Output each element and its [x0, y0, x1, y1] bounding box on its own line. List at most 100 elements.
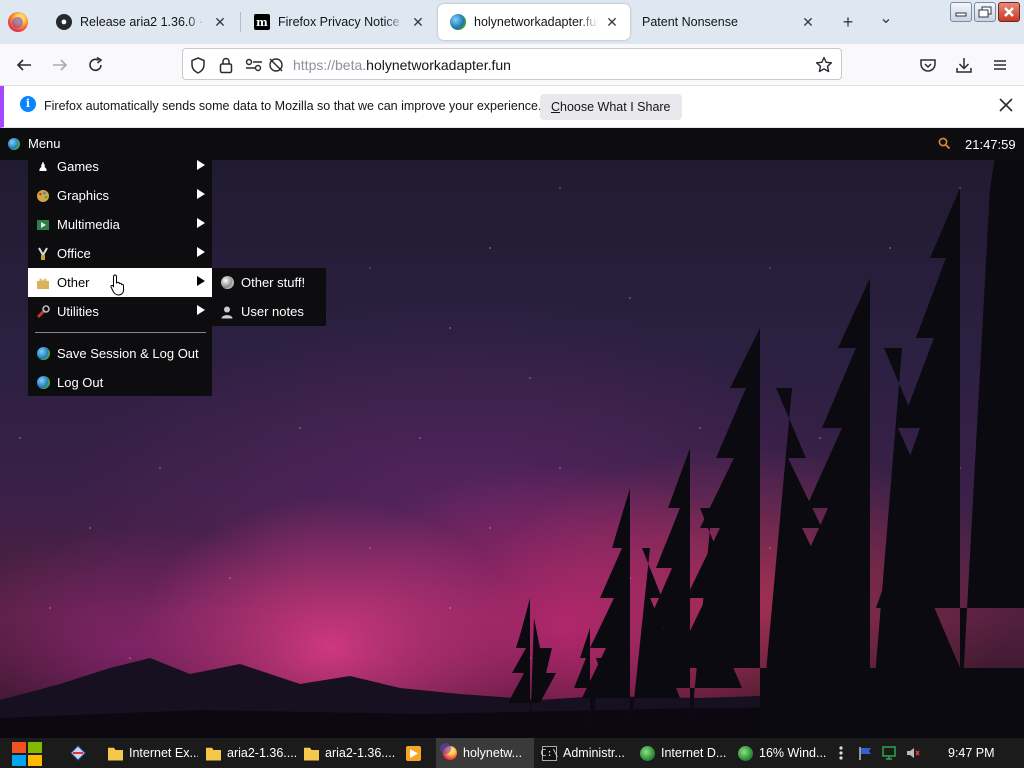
games-icon: ♟ [37, 159, 49, 174]
windows-start-icon[interactable] [10, 741, 44, 767]
taskbar-item-label: aria2-1.36.... [325, 746, 396, 760]
new-tab-button[interactable]: + [838, 12, 858, 32]
taskbar-clock[interactable]: 9:47 PM [948, 746, 995, 760]
taskbar-item-label: Internet Ex... [129, 746, 198, 760]
forward-button[interactable] [48, 54, 72, 76]
taskbar-item-label: Internet D... [661, 746, 727, 760]
submenu-arrow-icon [197, 276, 205, 286]
tab-title: Release aria2 1.36.0 · aria2/aria2 [80, 15, 206, 29]
globe-glyph [36, 347, 50, 360]
palette-glyph [37, 189, 49, 202]
reload-button[interactable] [84, 54, 108, 76]
menu-item-log-out[interactable]: Log Out [28, 368, 212, 397]
info-icon: i [20, 96, 36, 112]
media-player-icon [406, 745, 421, 761]
permissions-icon[interactable] [245, 56, 263, 74]
restore-icon [978, 6, 992, 18]
taskbar-item-label: Administr... [563, 746, 625, 760]
close-icon [1004, 7, 1014, 17]
pocket-button[interactable] [916, 54, 940, 76]
lock-icon-glyph [219, 57, 233, 73]
star-icon [815, 56, 833, 73]
menu-item-label: User notes [241, 304, 304, 319]
menu-item-label: Save Session & Log Out [57, 346, 199, 361]
app-menu-button[interactable] [988, 54, 1012, 76]
other-icon [35, 275, 51, 291]
shield-icon-glyph [191, 56, 205, 74]
tab-separator [240, 12, 241, 32]
tab-close-icon[interactable]: ✕ [410, 14, 426, 30]
minimize-window-button[interactable] [950, 2, 972, 22]
bookmark-star-icon[interactable] [815, 56, 833, 74]
menu-item-graphics[interactable]: Graphics [28, 181, 212, 210]
menu-item-save-session-log-out[interactable]: Save Session & Log Out [28, 339, 212, 368]
tab-close-icon[interactable]: ✕ [800, 14, 816, 30]
office-icon [35, 246, 51, 262]
taskbar-item-internet-download-manager[interactable]: Internet D... [634, 738, 730, 768]
search-icon[interactable] [938, 137, 950, 149]
taskbar-media-player[interactable] [400, 738, 430, 768]
lock-icon[interactable] [217, 56, 235, 74]
menu-item-user-notes[interactable]: User notes [212, 297, 326, 326]
notification-close-button[interactable] [994, 94, 1018, 118]
close-icon [999, 98, 1013, 112]
tab-patent-nonsense[interactable]: Patent Nonsense ✕ [632, 4, 826, 40]
back-button[interactable] [12, 54, 36, 76]
url-text[interactable]: https://beta.holynetworkadapter.fun [293, 57, 511, 73]
restore-window-button[interactable] [974, 2, 996, 22]
pocket-icon [920, 59, 936, 72]
speaker-muted-icon[interactable] [906, 746, 920, 760]
tab-firefox-privacy[interactable]: m Firefox Privacy Notice — Mozilla ✕ [242, 4, 436, 40]
taskbar-item-administrator-cmd[interactable]: C:\ Administr... [536, 738, 632, 768]
url-bar[interactable]: https://beta.holynetworkadapter.fun [182, 48, 842, 80]
taskbar-item-firefox[interactable]: holynetw... [436, 738, 534, 768]
tab-holynetworkadapter[interactable]: holynetworkadapter.fun ✕ [438, 4, 630, 40]
firefox-logo-icon[interactable] [8, 12, 28, 32]
command-prompt-icon: C:\ [540, 745, 559, 761]
taskbar-item-internet-explorer-folder[interactable]: Internet Ex... [102, 738, 198, 768]
utilities-icon [35, 304, 51, 320]
remote-desktop-view[interactable]: Menu 21:47:59 ♟ Games Graphics Multimedi… [0, 128, 1024, 738]
choose-what-i-share-button[interactable]: Choose What I Share [540, 94, 682, 120]
menu-button-label: Menu [28, 136, 61, 151]
permissions-icon-glyph [245, 58, 262, 72]
network-monitor-icon[interactable] [882, 746, 896, 760]
download-manager-icon [640, 745, 655, 761]
menu-item-other-stuff[interactable]: Other stuff! [212, 268, 326, 297]
globe-icon [35, 375, 51, 391]
list-all-tabs-button[interactable]: ⌄ [876, 11, 896, 32]
taskbar-item-aria2-folder-2[interactable]: aria2-1.36.... [298, 738, 396, 768]
submenu-arrow-icon [197, 305, 205, 315]
action-center-flag-icon[interactable] [858, 746, 872, 760]
menu-item-multimedia[interactable]: Multimedia [28, 210, 212, 239]
menu-item-label: Utilities [57, 304, 99, 319]
hamburger-menu-icon [994, 60, 1006, 70]
tab-aria2-release[interactable]: ● Release aria2 1.36.0 · aria2/aria2 ✕ [44, 4, 238, 40]
globe-icon [8, 137, 20, 150]
tab-title: holynetworkadapter.fun [474, 15, 598, 29]
user-icon [219, 304, 235, 320]
shield-icon[interactable] [189, 56, 207, 74]
menu-item-label: Other [57, 275, 90, 290]
reload-icon [89, 56, 103, 72]
hand-cursor-icon [110, 274, 124, 296]
menu-item-utilities[interactable]: Utilities [28, 297, 212, 326]
notification-text: Firefox automatically sends some data to… [44, 99, 542, 113]
menu-item-office[interactable]: Office [28, 239, 212, 268]
network-app-icon[interactable] [70, 745, 86, 761]
taskbar-item-aria2-folder-1[interactable]: aria2-1.36.... [200, 738, 296, 768]
utilities-glyph [36, 304, 50, 318]
desktop-menu-button[interactable]: Menu [8, 136, 61, 151]
close-window-button[interactable] [998, 2, 1020, 22]
data-collection-notification: i Firefox automatically sends some data … [0, 86, 1024, 128]
mozilla-m-icon: m [254, 14, 270, 30]
tracking-blocked-icon[interactable] [267, 56, 285, 74]
menu-item-games[interactable]: ♟ Games [28, 152, 212, 181]
taskbar-item-download-progress[interactable]: 16% Wind... [732, 738, 828, 768]
tab-close-icon[interactable]: ✕ [212, 14, 228, 30]
tab-close-icon[interactable]: ✕ [604, 14, 620, 30]
globe-icon [35, 346, 51, 362]
globe-gray-icon [219, 275, 235, 291]
tray-overflow-icon[interactable] [838, 745, 844, 761]
downloads-button[interactable] [952, 54, 976, 76]
